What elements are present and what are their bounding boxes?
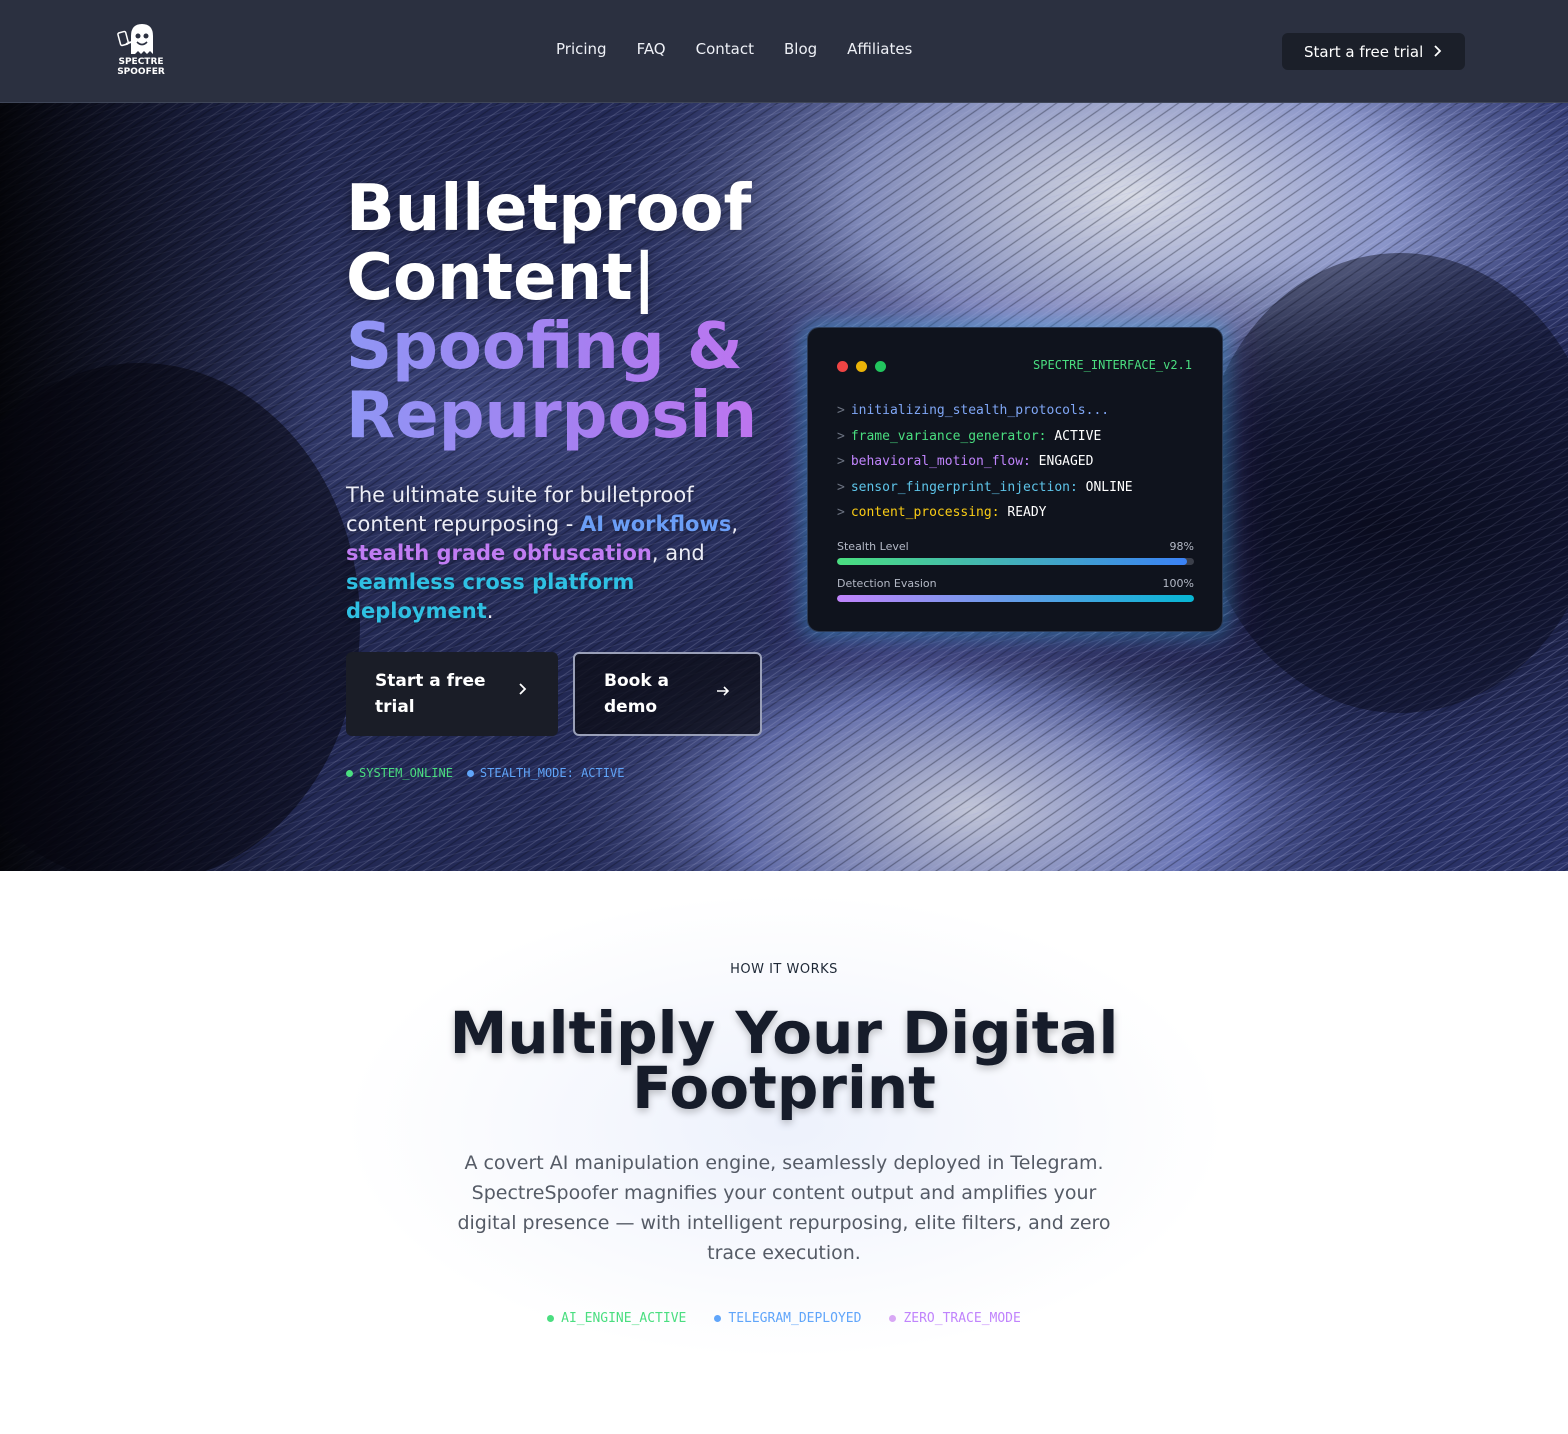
terminal-line: > behavioral_motion_flow: ENGAGED [837, 454, 1094, 470]
section-eyebrow: HOW IT WORKS [730, 962, 838, 977]
tag-dot [714, 1315, 722, 1322]
tag-dot [889, 1315, 897, 1322]
stealth-level-meter: Stealth Level 98% [837, 540, 1194, 565]
tag-dot [547, 1315, 555, 1322]
hero-subtitle: The ultimate suite for bulletproof conte… [346, 483, 739, 623]
section-tags: AI_ENGINE_ACTIVE TELEGRAM_DEPLOYED ZERO_… [0, 1311, 1568, 1326]
tag-zero-trace: ZERO_TRACE_MODE [889, 1311, 1021, 1326]
terminal-line: > frame_variance_generator: ACTIVE [837, 428, 1102, 444]
status-dot [466, 769, 474, 777]
hero-status-row: SYSTEM_ONLINE STEALTH_MODE: ACTIVE [346, 766, 624, 780]
close-dot-icon [837, 361, 848, 372]
terminal-line: > content_processing: READY [837, 505, 1047, 521]
hero-title-line-3: Spoofing & [346, 313, 786, 382]
nav-link-blog[interactable]: Blog [784, 40, 817, 58]
terminal-line: > sensor_fingerprint_injection: ONLINE [837, 479, 1133, 495]
meter-label: Detection Evasion [837, 577, 937, 590]
nav-link-contact[interactable]: Contact [696, 40, 754, 58]
nav-cta-label: Start a free trial [1304, 42, 1424, 61]
hero-start-trial-button[interactable]: Start a free trial [346, 652, 558, 736]
tag-telegram: TELEGRAM_DEPLOYED [714, 1311, 861, 1326]
status-dot [346, 769, 353, 777]
detection-evasion-meter: Detection Evasion 100% [837, 577, 1194, 602]
status-stealth-mode: STEALTH_MODE: ACTIVE [466, 766, 624, 780]
top-nav: SPECTRE SPOOFER Pricing FAQ Contact Blog… [0, 0, 1568, 103]
hero-title-line-1: Bulletproof [346, 172, 752, 246]
meter-track [837, 558, 1194, 565]
meter-track [837, 595, 1194, 602]
section-paragraph: A covert AI manipulation engine, seamles… [457, 1152, 1111, 1264]
meter-label: Stealth Level [837, 540, 909, 553]
how-it-works-section: HOW IT WORKS Multiply Your Digital Footp… [0, 871, 1568, 1434]
minimize-dot-icon [856, 361, 867, 372]
nav-link-pricing[interactable]: Pricing [556, 40, 607, 58]
hero-book-demo-label: Book a demo [604, 671, 670, 717]
hero-title-line-2: Content| [346, 241, 657, 315]
window-controls [837, 361, 886, 372]
meter-fill [837, 558, 1187, 565]
chevron-right-icon [1434, 45, 1442, 57]
hero-start-trial-label: Start a free trial [375, 671, 486, 717]
section-title: Multiply Your Digital Footprint [449, 999, 1119, 1122]
ghost-icon [117, 24, 153, 54]
meter-fill [837, 595, 1194, 602]
meter-value: 100% [1162, 577, 1194, 590]
nav-link-faq[interactable]: FAQ [637, 40, 666, 58]
hero-text: Bulletproof Content| Spoofing & Repurpos… [346, 175, 786, 626]
nav-start-trial-button[interactable]: Start a free trial [1282, 33, 1465, 70]
status-system-online: SYSTEM_ONLINE [346, 766, 453, 780]
spectre-interface-terminal: SPECTRE_INTERFACE_v2.1 > initializing_ste… [807, 327, 1223, 632]
meter-value: 98% [1169, 540, 1194, 553]
hero-book-demo-button[interactable]: Book a demo [573, 652, 762, 736]
chevron-right-icon [519, 683, 527, 695]
nav-links: Pricing FAQ Contact Blog Affiliates [556, 40, 912, 58]
nav-link-affiliates[interactable]: Affiliates [847, 40, 912, 58]
terminal-title: SPECTRE_INTERFACE_v2.1 [1033, 358, 1192, 372]
logo[interactable]: SPECTRE SPOOFER [114, 22, 168, 80]
hero-title-line-4: Repurposin [346, 382, 786, 451]
terminal-line: > initializing_stealth_protocols... [837, 403, 1110, 418]
arrow-right-icon [717, 686, 730, 696]
maximize-dot-icon [875, 361, 886, 372]
terminal-lines: > initializing_stealth_protocols... > fram… [837, 398, 1133, 526]
hero-section: Bulletproof Content| Spoofing & Repurpos… [0, 103, 1568, 871]
tag-ai-engine: AI_ENGINE_ACTIVE [547, 1311, 686, 1326]
logo-text: SPECTRE SPOOFER [117, 57, 165, 77]
